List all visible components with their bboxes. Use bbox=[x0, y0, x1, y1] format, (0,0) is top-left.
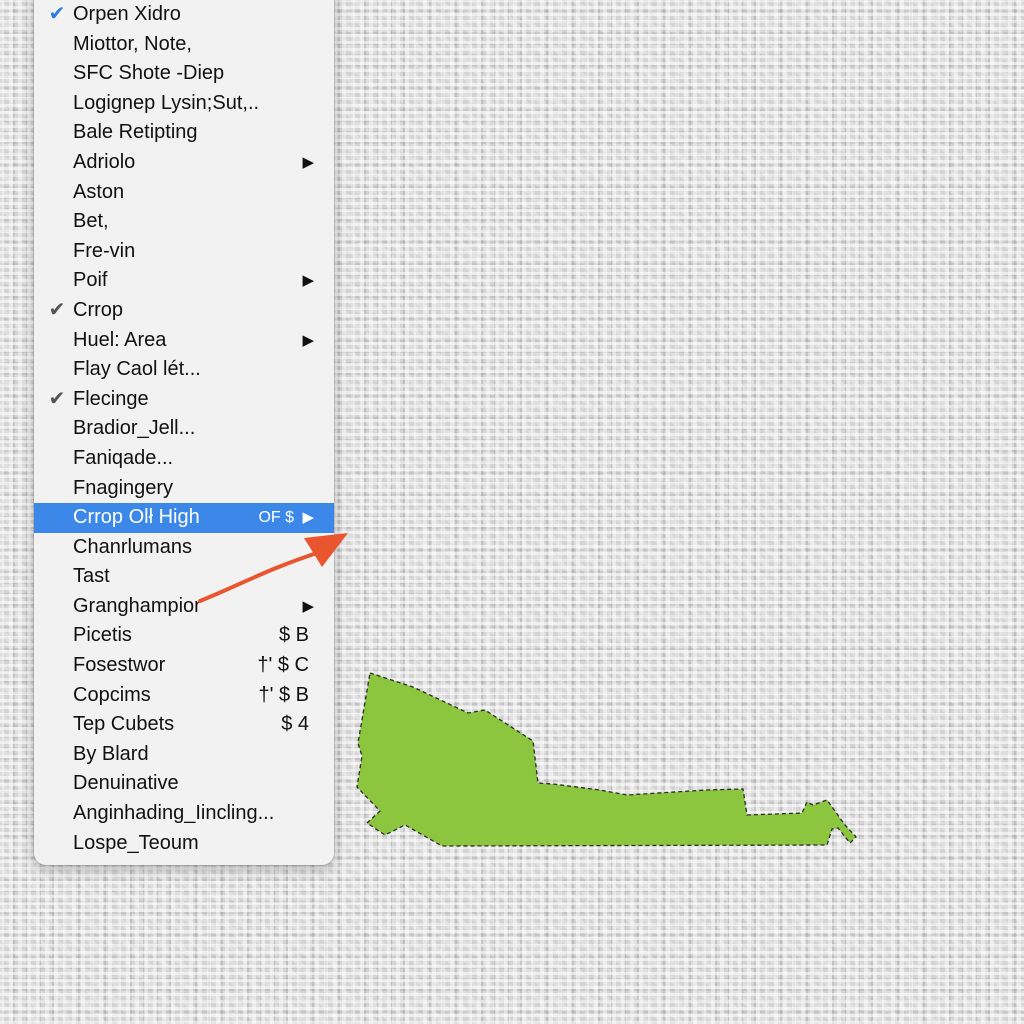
context-menu: ✔ Orpen Xidro Miottor, Note, SFC Shote -Die… bbox=[34, 0, 334, 865]
menu-item[interactable]: Tep Cubets $ 4 bbox=[34, 710, 334, 740]
menu-item-label: Orpen Xidro bbox=[73, 3, 181, 25]
menu-item[interactable]: Denuinative bbox=[34, 769, 334, 799]
image-canvas[interactable]: ✔ Orpen Xidro Miottor, Note, SFC Shote -Die… bbox=[0, 0, 1024, 1024]
menu-item[interactable]: Picetis $ B bbox=[34, 621, 334, 651]
selection-polygon[interactable] bbox=[356, 672, 857, 847]
menu-item-label: Fosestwor bbox=[73, 654, 166, 677]
menu-item-label: Miottor, Note, bbox=[73, 32, 192, 55]
menu-item-label: Denuinative bbox=[73, 772, 179, 795]
menu-item-label: Chanrlumans bbox=[73, 535, 192, 558]
menu-item-label: By Blard bbox=[73, 742, 149, 765]
menu-item[interactable]: Poif ▶ bbox=[34, 266, 334, 296]
menu-item[interactable]: Lospe_Teoum bbox=[34, 829, 334, 859]
menu-item[interactable]: Bradior_Jell... bbox=[34, 414, 334, 444]
menu-item-shortcut: OF $ bbox=[258, 509, 294, 527]
menu-item[interactable]: Logignep Lysin;Sut,.. bbox=[34, 89, 334, 119]
menu-item-label: Flecinge bbox=[73, 387, 149, 410]
menu-item-shortcut: †' $ B bbox=[258, 683, 309, 706]
menu-item-label: Flay Caol lét... bbox=[73, 358, 201, 381]
context-menu-list: ✔ Orpen Xidro Miottor, Note, SFC Shote -Die… bbox=[34, 0, 334, 858]
menu-item-label: Adriolo bbox=[73, 150, 136, 173]
menu-item-label: Copcims bbox=[73, 683, 151, 706]
submenu-arrow-icon: ▶ bbox=[302, 597, 314, 615]
menu-item-label: Bale Retipting bbox=[73, 121, 198, 144]
menu-item[interactable]: Tast bbox=[34, 562, 334, 592]
menu-item-shortcut: $ 4 bbox=[281, 713, 309, 736]
checkmark-icon: ✔ bbox=[48, 3, 66, 25]
checkmark-icon: ✔ bbox=[48, 298, 66, 321]
menu-item[interactable]: SFC Shote -Diep bbox=[34, 59, 334, 89]
submenu-arrow-icon: ▶ bbox=[302, 153, 314, 171]
menu-item[interactable]: Granghampior ▶ bbox=[34, 592, 334, 622]
menu-item[interactable]: Fosestwor †' $ C bbox=[34, 651, 334, 681]
menu-item[interactable]: Faniqade... bbox=[34, 444, 334, 474]
menu-item-label: Logignep Lysin;Sut,.. bbox=[73, 91, 260, 114]
menu-item-shortcut: †' $ C bbox=[257, 654, 309, 677]
menu-item-label: Granghampior bbox=[73, 594, 201, 617]
menu-item-label: Poif bbox=[73, 269, 108, 292]
menu-item[interactable]: Bale Retipting bbox=[34, 118, 334, 148]
menu-item-label: Huel: Area bbox=[73, 328, 167, 351]
menu-item[interactable]: By Blard bbox=[34, 740, 334, 770]
submenu-arrow-icon: ▶ bbox=[302, 509, 314, 527]
submenu-arrow-icon: ▶ bbox=[302, 272, 314, 290]
menu-item-label: Bet, bbox=[73, 210, 109, 233]
menu-item-label: Lospe_Teoum bbox=[73, 831, 199, 854]
menu-item-label: Crrop bbox=[73, 298, 124, 321]
menu-item[interactable]: Copcims †' $ B bbox=[34, 681, 334, 711]
checkmark-icon: ✔ bbox=[48, 387, 66, 410]
menu-item-label: Fre-vin bbox=[73, 239, 136, 262]
menu-item[interactable]: Miottor, Note, bbox=[34, 30, 334, 60]
menu-item-label: Faniqade... bbox=[73, 446, 174, 469]
menu-item-label: Fnagingery bbox=[73, 476, 174, 499]
menu-item[interactable]: Bet, bbox=[34, 207, 334, 237]
menu-item-label: SFC Shote -Diep bbox=[73, 62, 225, 85]
menu-item[interactable]: ✔ Crrop bbox=[34, 296, 334, 326]
menu-item[interactable]: Aston bbox=[34, 178, 334, 208]
menu-item[interactable]: Adriolo ▶ bbox=[34, 148, 334, 178]
menu-item-label: Tast bbox=[73, 565, 110, 588]
menu-item[interactable]: Flay Caol lét... bbox=[34, 355, 334, 385]
menu-item[interactable]: ✔ Flecinge bbox=[34, 385, 334, 415]
menu-item[interactable]: Anginhading_Iincling... bbox=[34, 799, 334, 829]
menu-item-shortcut: $ B bbox=[278, 624, 309, 647]
menu-item[interactable]: Huel: Area ▶ bbox=[34, 326, 334, 356]
menu-item[interactable]: ✔ Orpen Xidro bbox=[34, 0, 334, 30]
menu-item-label: Picetis bbox=[73, 624, 132, 647]
menu-item-label: Tep Cubets bbox=[73, 713, 175, 736]
menu-item-label: Bradior_Jell... bbox=[73, 417, 196, 440]
menu-item[interactable]: Fre-vin bbox=[34, 237, 334, 267]
menu-item-label: Anginhading_Iincling... bbox=[73, 802, 275, 825]
menu-item[interactable]: Chanrlumans bbox=[34, 533, 334, 563]
submenu-arrow-icon: ▶ bbox=[302, 331, 314, 349]
menu-item[interactable]: Crrop Olł High OF $ ▶ bbox=[34, 503, 334, 533]
menu-item-label: Aston bbox=[73, 180, 125, 203]
menu-item[interactable]: Fnagingery bbox=[34, 474, 334, 504]
menu-item-label: Crrop Olł High bbox=[73, 506, 200, 529]
